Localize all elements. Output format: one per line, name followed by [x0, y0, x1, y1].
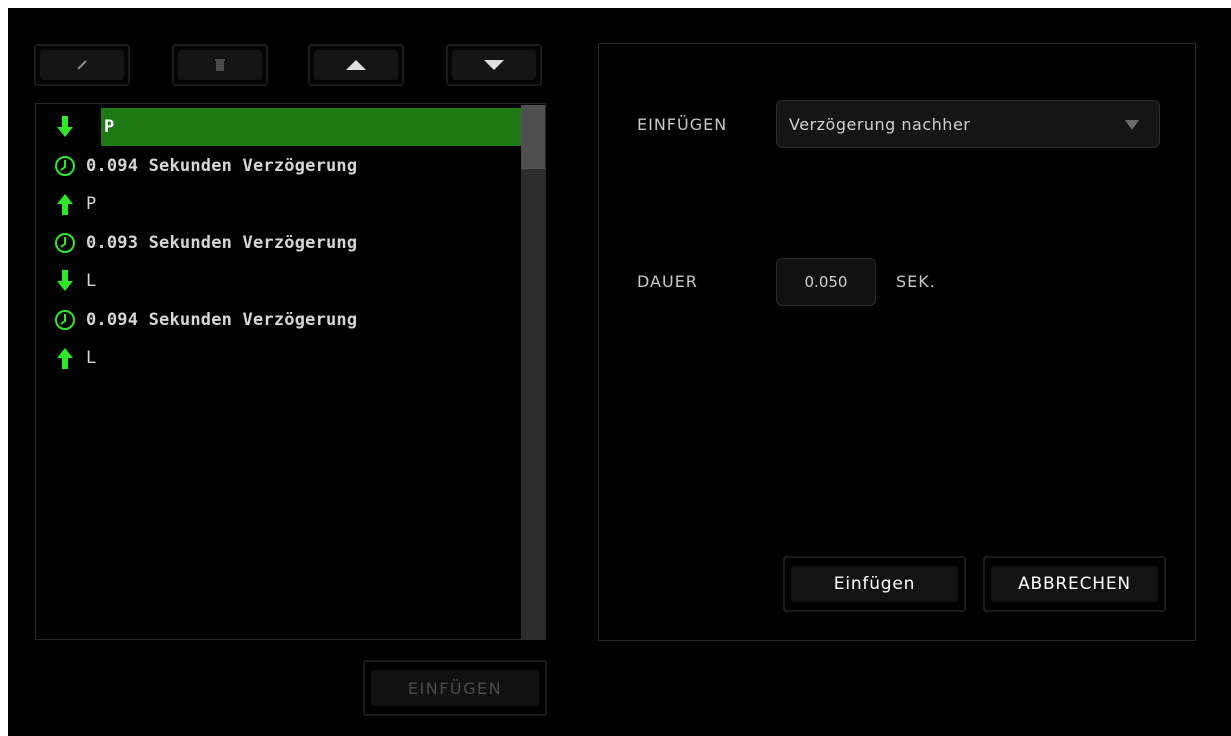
- edit-button[interactable]: [34, 44, 130, 86]
- list-item[interactable]: 0.094 Sekunden Verzögerung: [50, 301, 520, 339]
- list-scrollbar[interactable]: [521, 105, 545, 640]
- arrow-up-icon: [50, 347, 80, 369]
- list-item[interactable]: L: [50, 262, 520, 300]
- duration-label: DAUER: [637, 272, 698, 291]
- scrollbar-thumb[interactable]: [521, 105, 545, 169]
- clock-icon: [50, 155, 80, 177]
- insert-type-value: Verzögerung nachher: [789, 114, 971, 134]
- list-item-label: L: [86, 271, 97, 291]
- cancel-label: ABBRECHEN: [991, 566, 1158, 602]
- arrow-up-icon: [50, 193, 80, 215]
- list-item[interactable]: L: [50, 339, 520, 377]
- trash-icon: [215, 59, 225, 71]
- list-item-label: 0.094 Sekunden Verzögerung: [86, 156, 358, 176]
- move-up-button[interactable]: [308, 44, 404, 86]
- insert-event-button[interactable]: EINFÜGEN: [363, 660, 547, 716]
- list-item-label: P: [104, 117, 115, 137]
- confirm-insert-button[interactable]: Einfügen: [783, 556, 966, 612]
- insert-event-label: EINFÜGEN: [371, 670, 539, 706]
- pencil-icon: [77, 60, 87, 70]
- list-item-label: P: [86, 194, 97, 214]
- delete-button[interactable]: [172, 44, 268, 86]
- macro-event-list: P 0.094 Sekunden Verzögerung P 0.093 Sek…: [35, 103, 546, 640]
- triangle-down-icon: [484, 60, 504, 70]
- list-item[interactable]: P: [50, 185, 520, 223]
- arrow-down-icon: [50, 270, 80, 292]
- chevron-down-icon: [1125, 120, 1139, 130]
- duration-unit-label: SEK.: [896, 272, 936, 291]
- duration-input[interactable]: 0.050: [776, 258, 876, 306]
- clock-icon: [50, 232, 80, 254]
- list-item-icon-wrap: [50, 108, 100, 146]
- confirm-insert-label: Einfügen: [791, 566, 958, 602]
- list-item-label: 0.094 Sekunden Verzögerung: [86, 310, 358, 330]
- list-item[interactable]: 0.093 Sekunden Verzögerung: [50, 224, 520, 262]
- move-down-button[interactable]: [446, 44, 542, 86]
- clock-icon: [50, 309, 80, 331]
- insert-type-select[interactable]: Verzögerung nachher: [776, 100, 1160, 148]
- duration-value: 0.050: [804, 273, 848, 291]
- arrow-down-icon: [50, 116, 80, 138]
- triangle-up-icon: [346, 60, 366, 70]
- list-item[interactable]: 0.094 Sekunden Verzögerung: [50, 147, 520, 185]
- list-item-selected[interactable]: P: [101, 108, 521, 146]
- list-item-label: L: [86, 348, 97, 368]
- list-item-label: 0.093 Sekunden Verzögerung: [86, 233, 358, 253]
- insert-type-label: EINFÜGEN: [637, 115, 728, 134]
- cancel-button[interactable]: ABBRECHEN: [983, 556, 1166, 612]
